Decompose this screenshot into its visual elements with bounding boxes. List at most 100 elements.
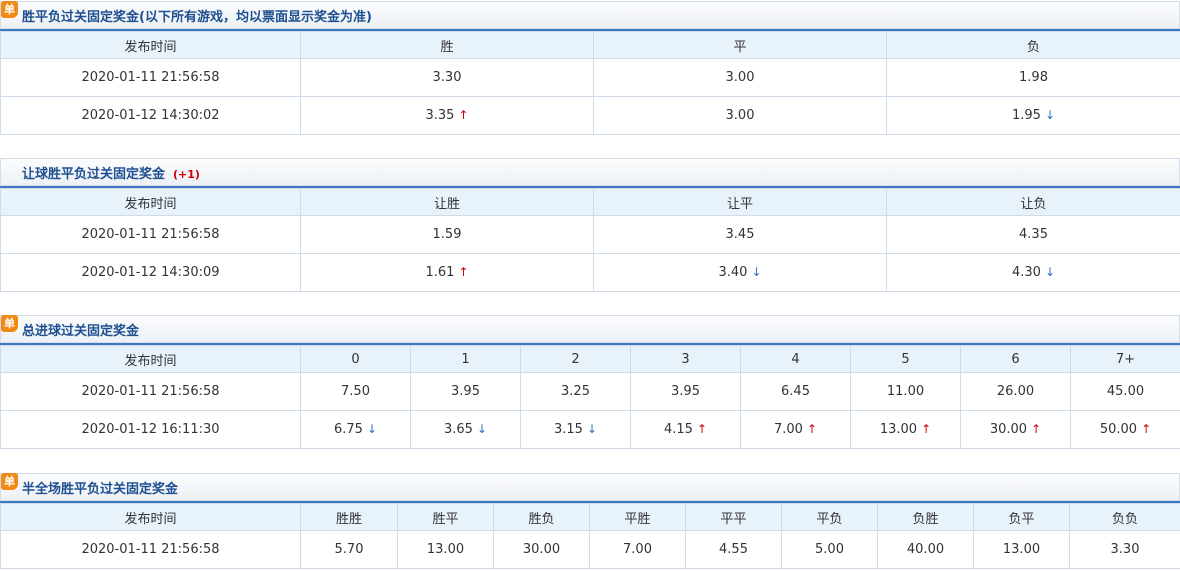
arrow-up-icon: ↑ — [921, 422, 932, 436]
odds-cell: 7.00 ↑ — [740, 410, 851, 449]
arrow-down-icon: ↓ — [1044, 108, 1055, 122]
odds-cell: 13.00 — [397, 530, 494, 569]
column-header-option: 胜 — [300, 31, 594, 59]
publish-time-cell: 2020-01-11 21:56:58 — [0, 530, 301, 569]
table-header-row: 发布时间胜平负 — [0, 31, 1180, 59]
odds-value: 1.98 — [1019, 70, 1048, 85]
odds-cell: 7.00 — [589, 530, 686, 569]
odds-cell: 4.30 ↓ — [886, 253, 1180, 292]
odds-section: 单半全场胜平负过关固定奖金 发布时间 胜胜 胜平 胜负 平胜 平平 平负 负胜 负平 负负 2020-… — [0, 473, 1180, 569]
odds-table: 发布时间 0 1 2 3 4 5 6 7+ 2020-01-11 21:56:58 7.50 3.95… — [0, 345, 1180, 449]
odds-cell: 13.00 ↑ — [850, 410, 961, 449]
odds-cell: 7.50 — [300, 372, 411, 411]
odds-cell: 45.00 — [1070, 372, 1180, 411]
single-badge-icon: 单 — [1, 315, 18, 332]
column-header-option: 平胜 — [589, 503, 686, 531]
table-header-row: 发布时间 0 1 2 3 4 5 6 7+ — [0, 345, 1180, 373]
odds-value: 6.75 — [333, 422, 363, 437]
arrow-up-icon: ↑ — [1031, 422, 1042, 436]
section-header: 单总进球过关固定奖金 — [0, 315, 1180, 343]
column-header-option: 平 — [593, 31, 887, 59]
table-row: 2020-01-11 21:56:58 5.70 13.00 30.00 7.00 4.5… — [0, 530, 1180, 569]
section-title-text: 让球胜平负过关固定奖金 — [22, 167, 166, 182]
odds-section: 单胜平负过关固定奖金(以下所有游戏，均以票面显示奖金为准) 发布时间胜平负 2020… — [0, 1, 1180, 135]
odds-cell: 3.25 — [520, 372, 631, 411]
table-row: 2020-01-12 16:11:30 6.75 ↓ 3.65 ↓ 3.15 ↓ 4.15 ↑ 7… — [0, 410, 1180, 449]
odds-value: 30.00 — [522, 542, 561, 557]
odds-value: 3.25 — [561, 384, 590, 399]
section-title-text: 总进球过关固定奖金 — [22, 324, 140, 339]
column-header-option: 让胜 — [300, 188, 594, 216]
publish-time: 2020-01-11 21:56:58 — [81, 70, 220, 85]
arrow-up-icon: ↑ — [806, 422, 817, 436]
odds-value: 3.30 — [1110, 542, 1140, 557]
publish-time-cell: 2020-01-11 21:56:58 — [0, 372, 301, 411]
odds-cell: 40.00 — [877, 530, 974, 569]
publish-time-cell: 2020-01-11 21:56:58 — [0, 215, 301, 254]
odds-cell: 3.95 — [410, 372, 521, 411]
column-header-option: 7+ — [1070, 345, 1180, 373]
publish-time: 2020-01-11 21:56:58 — [81, 227, 220, 242]
section-title-text: 胜平负过关固定奖金(以下所有游戏，均以票面显示奖金为准) — [22, 10, 372, 25]
odds-value: 13.00 — [1002, 542, 1041, 557]
column-header-option: 负负 — [1069, 503, 1180, 531]
publish-time: 2020-01-12 14:30:09 — [81, 265, 220, 280]
column-header-option: 2 — [520, 345, 631, 373]
table-row: 2020-01-11 21:56:58 7.50 3.95 3.25 3.95 6.45 1… — [0, 372, 1180, 411]
table-header-row: 发布时间 让胜 让平 让负 — [0, 188, 1180, 216]
odds-cell: 3.30 — [300, 58, 594, 97]
odds-cell: 50.00 ↑ — [1070, 410, 1180, 449]
odds-value: 1.95 — [1011, 108, 1041, 123]
odds-value: 13.00 — [426, 542, 465, 557]
odds-value: 7.00 — [773, 422, 803, 437]
odds-value: 3.95 — [671, 384, 700, 399]
arrow-up-icon: ↑ — [1141, 422, 1152, 436]
odds-value: 3.95 — [451, 384, 480, 399]
column-header-option: 3 — [630, 345, 741, 373]
odds-value: 5.70 — [334, 542, 364, 557]
odds-cell: 1.98 — [886, 58, 1180, 97]
column-header-option: 平负 — [781, 503, 878, 531]
odds-cell: 30.00 — [493, 530, 590, 569]
odds-cell: 4.15 ↑ — [630, 410, 741, 449]
column-header-time: 发布时间 — [0, 188, 301, 216]
publish-time: 2020-01-12 16:11:30 — [81, 422, 220, 437]
odds-value: 3.00 — [725, 70, 755, 85]
publish-time-cell: 2020-01-11 21:56:58 — [0, 58, 301, 97]
odds-cell: 3.15 ↓ — [520, 410, 631, 449]
table-header-row: 发布时间 胜胜 胜平 胜负 平胜 平平 平负 负胜 负平 负负 — [0, 503, 1180, 531]
column-header-option: 负 — [886, 31, 1180, 59]
arrow-up-icon: ↑ — [458, 108, 469, 122]
odds-cell: 1.95 ↓ — [886, 96, 1180, 135]
odds-section: 单总进球过关固定奖金 发布时间 0 1 2 3 4 5 6 7+ 2020-01-11 21:56:… — [0, 315, 1180, 449]
odds-cell: 3.65 ↓ — [410, 410, 521, 449]
single-badge-icon: 单 — [1, 473, 18, 490]
arrow-up-icon: ↑ — [696, 422, 707, 436]
odds-cell: 3.95 — [630, 372, 741, 411]
odds-section: 让球胜平负过关固定奖金 (+1) 发布时间 让胜 让平 让负 2020-01-11 21:5… — [0, 158, 1180, 292]
odds-value: 3.00 — [725, 108, 755, 123]
column-header-time: 发布时间 — [0, 503, 301, 531]
column-header-time: 发布时间 — [0, 345, 301, 373]
column-header-option: 平平 — [685, 503, 782, 531]
publish-time-cell: 2020-01-12 14:30:09 — [0, 253, 301, 292]
odds-value: 3.30 — [432, 70, 462, 85]
column-header-option: 5 — [850, 345, 961, 373]
odds-value: 40.00 — [906, 542, 945, 557]
odds-cell: 3.45 — [593, 215, 887, 254]
odds-value: 11.00 — [886, 384, 925, 399]
odds-value: 4.30 — [1011, 265, 1041, 280]
odds-value: 4.15 — [663, 422, 693, 437]
odds-value: 1.59 — [432, 227, 462, 242]
section-header: 单半全场胜平负过关固定奖金 — [0, 473, 1180, 501]
odds-value: 30.00 — [989, 422, 1028, 437]
publish-time-cell: 2020-01-12 14:30:02 — [0, 96, 301, 135]
column-header-option: 负平 — [973, 503, 1070, 531]
odds-cell: 3.00 — [593, 58, 887, 97]
odds-cell: 3.00 — [593, 96, 887, 135]
odds-cell: 4.55 — [685, 530, 782, 569]
publish-time-cell: 2020-01-12 16:11:30 — [0, 410, 301, 449]
publish-time: 2020-01-11 21:56:58 — [81, 542, 220, 557]
odds-value: 3.65 — [443, 422, 473, 437]
handicap-label: (+1) — [173, 168, 200, 181]
